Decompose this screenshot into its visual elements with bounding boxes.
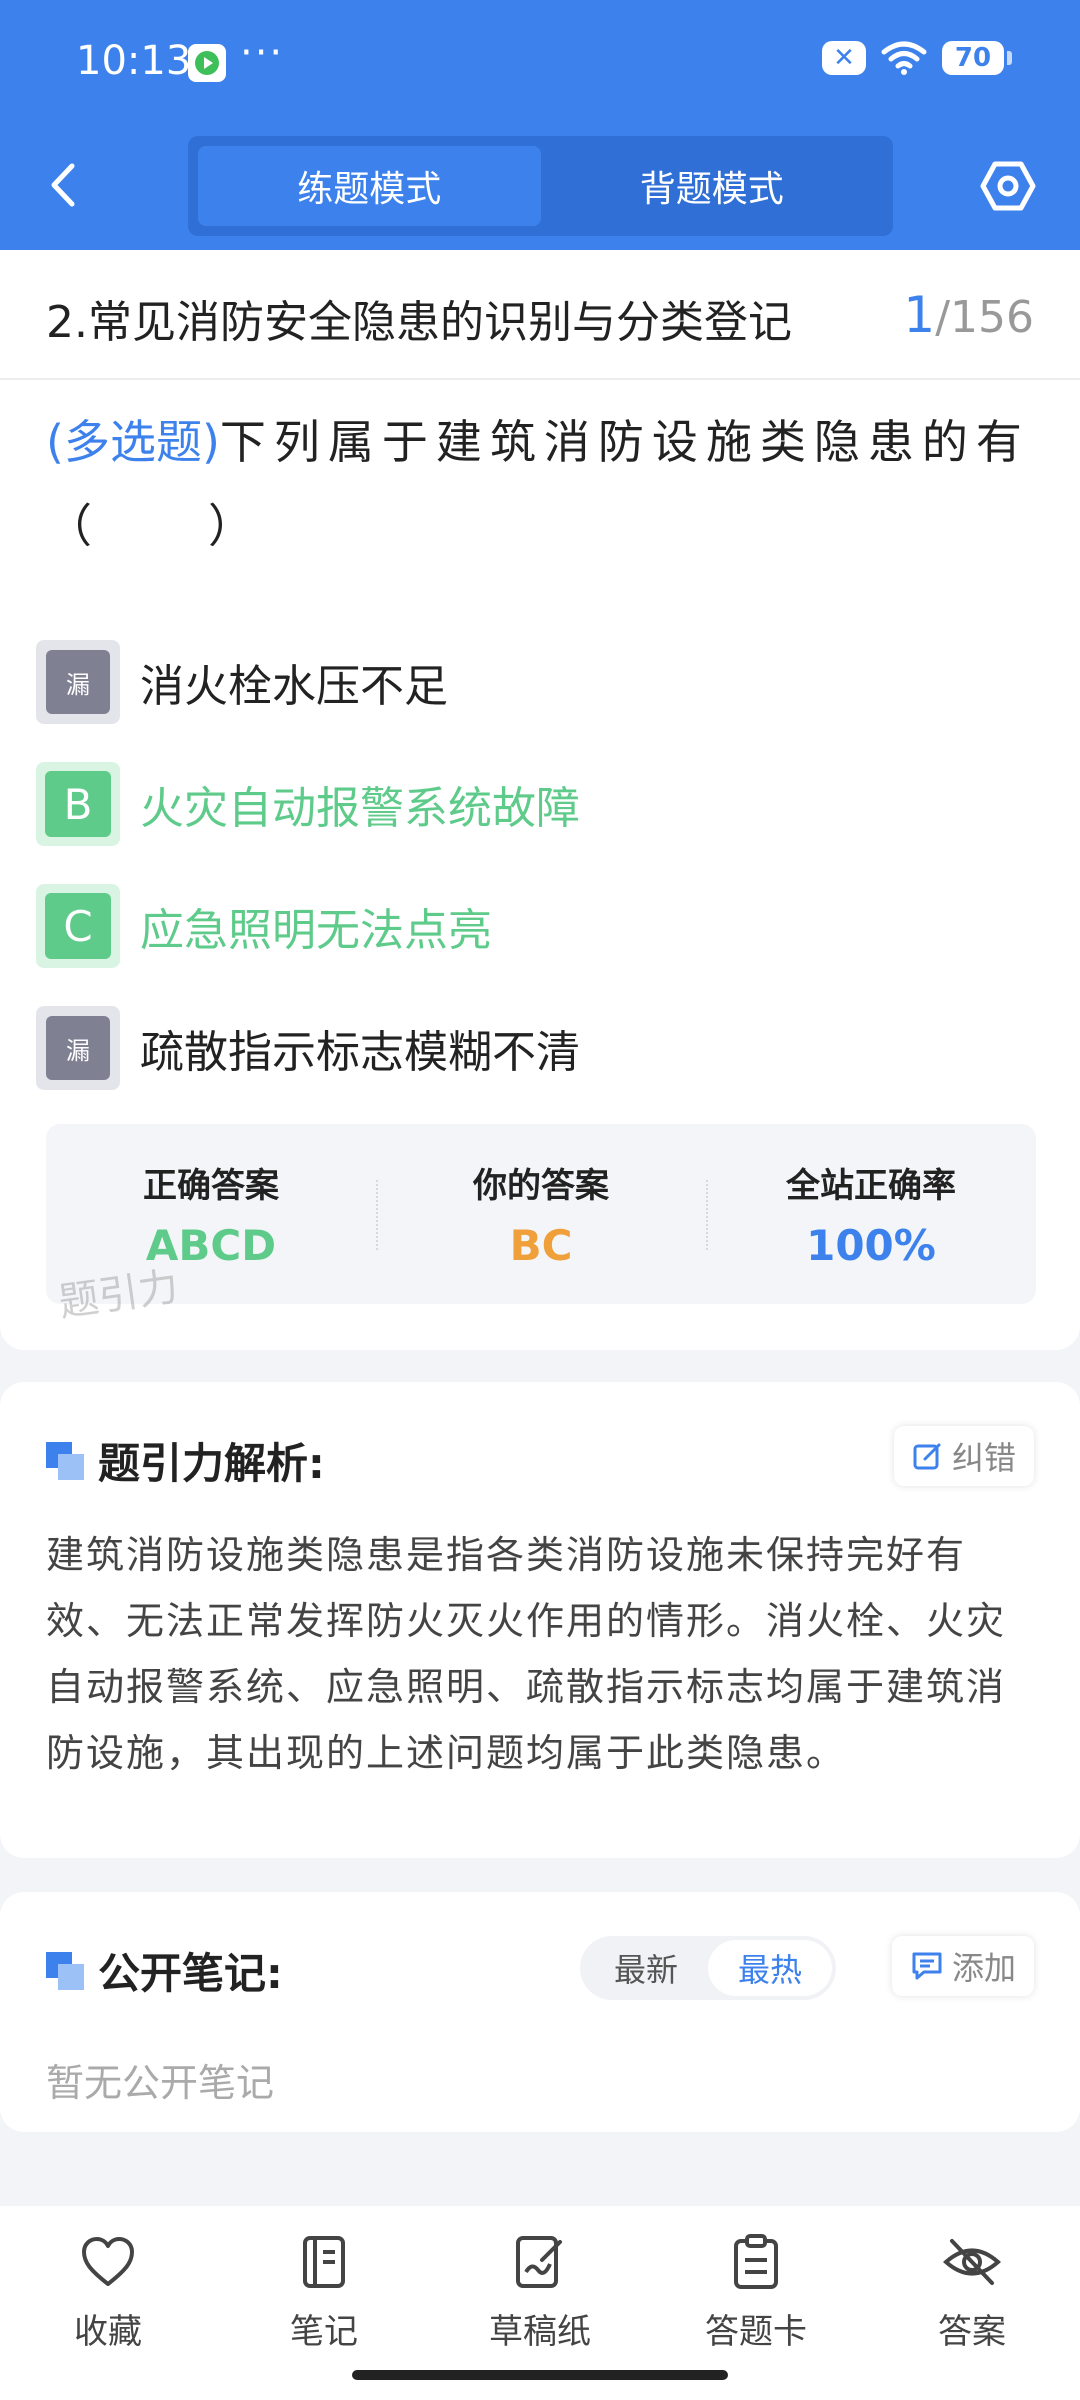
option-c-mark: C [36,884,120,968]
your-answer-col: 你的答案 BC [376,1124,706,1304]
sim-off-icon: ✕ [822,41,866,75]
report-error-button[interactable]: 纠错 [893,1426,1034,1486]
home-indicator[interactable] [352,2370,728,2380]
favorite-label: 收藏 [74,2312,142,2352]
your-answer-label: 你的答案 [473,1166,609,1206]
site-accuracy-value: 100% [806,1221,936,1270]
option-b-mark: B [36,762,120,846]
draft-icon [510,2232,570,2292]
notebook-icon [294,2232,354,2292]
section-squares-icon [46,1441,84,1480]
show-answer-button[interactable]: 答案 [864,2232,1080,2400]
total-questions: /156 [935,292,1034,343]
notes-title: 公开笔记: [98,1949,283,1998]
favorite-button[interactable]: 收藏 [0,2232,216,2400]
question-card: 2.常见消防安全隐患的识别与分类登记 1/156 (多选题)下列属于建筑消防设施… [0,250,1080,1350]
question-section-header: 2.常见消防安全隐患的识别与分类登记 1/156 [0,250,1080,380]
tab-practice-mode[interactable]: 练题模式 [198,146,541,226]
analysis-title: 题引力解析: [98,1439,325,1488]
battery-indicator: 70 [942,41,1012,75]
add-note-button[interactable]: 添加 [891,1936,1034,1996]
notes-label: 笔记 [290,2312,358,2352]
comment-icon [912,1952,942,1980]
question-counter[interactable]: 1/156 [903,286,1034,344]
app-header: 10:13 ··· ✕ 70 练题模式 背题模式 [0,0,1080,250]
analysis-card: 题引力解析: 纠错 建筑消防设施类隐患是指各类消防设施未保持完好有效、无法正常发… [0,1382,1080,1858]
tab-memorize-mode[interactable]: 背题模式 [541,146,884,226]
edit-icon [913,1443,941,1470]
option-c[interactable]: C 应急照明无法点亮 [36,884,492,968]
your-answer-value: BC [509,1221,573,1270]
notes-sort-toggle: 最新 最热 [580,1936,836,2000]
question-stem: (多选题)下列属于建筑消防设施类隐患的有（ ） [46,400,1036,568]
answer-summary: 正确答案 ABCD 你的答案 BC 全站正确率 100% [46,1124,1036,1304]
notes-header: 公开笔记: [46,1940,283,2001]
report-error-label: 纠错 [951,1439,1016,1477]
option-d-text: 疏散指示标志模糊不清 [140,1027,580,1078]
show-answer-label: 答案 [938,2312,1006,2352]
eye-off-icon [942,2232,1002,2292]
more-notifications-icon: ··· [240,30,285,76]
question-type: (多选题) [46,415,220,469]
settings-hexagon-icon [980,161,1036,211]
option-d-mark: 漏 [36,1006,120,1090]
section-squares-icon [46,1951,84,1990]
site-accuracy-label: 全站正确率 [786,1166,956,1206]
back-button[interactable] [38,155,88,215]
option-a-text: 消火栓水压不足 [140,661,448,712]
draft-paper-label: 草稿纸 [489,2312,591,2352]
settings-button[interactable] [972,150,1044,222]
add-note-label: 添加 [951,1949,1016,1987]
app-notification-icon [188,44,226,82]
sort-hot[interactable]: 最热 [708,1940,832,1996]
analysis-text: 建筑消防设施类隐患是指各类消防设施未保持完好有效、无法正常发挥防火灭火作用的情形… [46,1533,1007,1775]
notes-empty-text: 暂无公开笔记 [46,2061,275,2105]
option-c-text: 应急照明无法点亮 [140,905,492,956]
answer-card-icon [726,2232,786,2292]
section-title: 2.常见消防安全隐患的识别与分类登记 [46,297,792,348]
status-time: 10:13 [76,38,192,84]
chevron-left-icon [51,163,75,207]
option-b-text: 火灾自动报警系统故障 [140,783,580,834]
public-notes-card: 公开笔记: 最新 最热 添加 暂无公开笔记 [0,1892,1080,2132]
option-a[interactable]: 漏 消火栓水压不足 [36,640,448,724]
mode-switch: 练题模式 背题模式 [188,136,893,236]
site-accuracy-col: 全站正确率 100% [706,1124,1036,1304]
analysis-header: 题引力解析: [46,1430,325,1491]
correct-answer-label: 正确答案 [143,1166,279,1206]
status-bar: 10:13 ··· ✕ 70 [0,0,1080,125]
wifi-icon [881,41,927,75]
option-b[interactable]: B 火灾自动报警系统故障 [36,762,580,846]
option-d[interactable]: 漏 疏散指示标志模糊不清 [36,1006,580,1090]
sort-latest[interactable]: 最新 [584,1940,708,1996]
option-a-mark: 漏 [36,640,120,724]
answer-card-label: 答题卡 [705,2312,807,2352]
current-question-number: 1 [903,286,936,344]
heart-icon [78,2232,138,2292]
status-indicators: ✕ 70 [822,40,1012,76]
